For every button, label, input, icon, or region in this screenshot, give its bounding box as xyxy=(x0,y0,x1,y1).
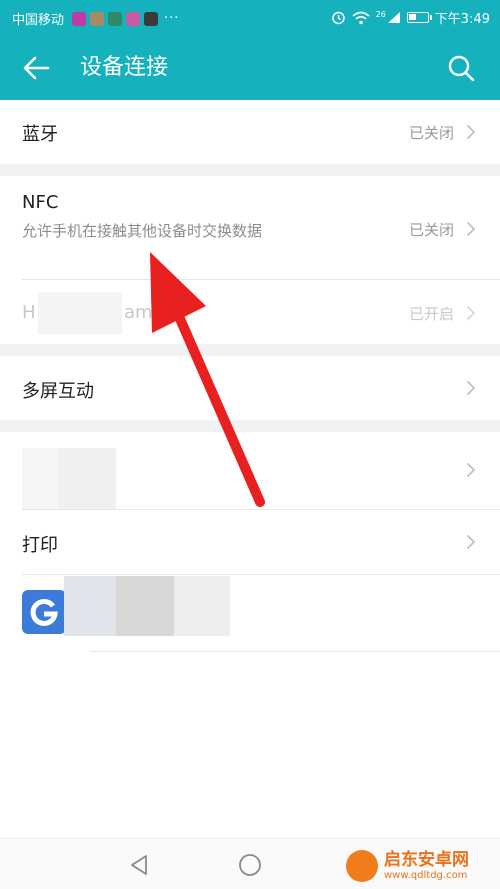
bluetooth-row[interactable]: 蓝牙 已关闭 xyxy=(0,100,500,164)
google-logo-icon xyxy=(22,590,66,634)
settings-screen: 中国移动 ··· 26 下午3:49 设备连接 蓝牙 已关闭 NFC 允许手机在… xyxy=(0,0,500,889)
nfc-status: 已关闭 xyxy=(408,221,454,239)
redacted-block xyxy=(64,576,116,636)
chevron-right-icon xyxy=(466,124,476,140)
notification-app-icon xyxy=(108,11,123,26)
nfc-description: 允许手机在接触其他设备时交换数据 xyxy=(22,222,263,240)
signal-icon: 26 xyxy=(375,10,401,24)
device-label-suffix: am xyxy=(124,302,153,323)
overflow-dots: ··· xyxy=(164,11,180,26)
status-right: 26 下午3:49 xyxy=(325,8,490,27)
battery-icon xyxy=(406,12,432,23)
chevron-right-icon xyxy=(466,462,476,478)
multiscreen-row[interactable]: 多屏互动 xyxy=(0,356,500,420)
carrier-name: 中国移动 xyxy=(12,13,65,28)
notification-app-icon xyxy=(90,11,105,26)
arrow-left-icon xyxy=(23,56,50,80)
chevron-right-icon xyxy=(466,380,476,396)
nav-home-button[interactable] xyxy=(235,851,265,879)
device-visibility-row[interactable]: H am 已开启 xyxy=(0,280,500,344)
wifi-icon xyxy=(352,11,370,25)
back-button[interactable] xyxy=(18,52,54,84)
device-label-prefix: H xyxy=(22,302,36,323)
multiscreen-label: 多屏互动 xyxy=(22,381,94,402)
notification-app-icon xyxy=(126,11,141,26)
status-bar: 中国移动 ··· 26 下午3:49 xyxy=(0,0,500,36)
print-row[interactable]: 打印 xyxy=(0,510,500,574)
chevron-right-icon xyxy=(466,534,476,550)
status-left: 中国移动 ··· xyxy=(12,9,179,28)
nfc-label: NFC xyxy=(22,192,59,213)
watermark: 启东安卓网 www.qdltdg.com xyxy=(346,846,496,886)
status-time: 下午3:49 xyxy=(434,12,490,27)
alarm-icon xyxy=(331,10,346,25)
bluetooth-status: 已关闭 xyxy=(408,124,454,142)
device-visibility-status: 已开启 xyxy=(408,305,454,323)
section-gap xyxy=(0,164,500,176)
notification-app-icon xyxy=(72,11,87,26)
nfc-row[interactable]: NFC 允许手机在接触其他设备时交换数据 已关闭 xyxy=(0,176,500,279)
circle-home-icon xyxy=(239,854,261,876)
watermark-name: 启东安卓网 xyxy=(384,850,469,870)
page-title: 设备连接 xyxy=(80,55,169,80)
redacted-block xyxy=(38,292,122,334)
print-label: 打印 xyxy=(22,535,58,556)
triangle-back-icon xyxy=(131,855,147,875)
search-button[interactable] xyxy=(444,52,478,84)
notification-app-icon xyxy=(144,11,159,26)
watermark-url: www.qdltdg.com xyxy=(384,870,468,881)
section-gap xyxy=(0,344,500,356)
redacted-block xyxy=(116,576,174,636)
redacted-block xyxy=(58,448,116,510)
chevron-right-icon xyxy=(466,305,476,321)
search-icon xyxy=(448,55,475,82)
row-divider xyxy=(90,651,500,652)
network-type-label: 26 xyxy=(375,10,386,19)
nav-back-button[interactable] xyxy=(124,851,154,879)
bluetooth-label: 蓝牙 xyxy=(22,124,58,145)
app-bar: 设备连接 xyxy=(0,36,500,100)
watermark-text: 启东安卓网 www.qdltdg.com xyxy=(384,850,469,882)
redacted-block xyxy=(22,448,58,510)
section-gap xyxy=(0,420,500,432)
redacted-block xyxy=(174,576,230,636)
watermark-logo-icon xyxy=(346,850,378,882)
redacted-row[interactable] xyxy=(0,432,500,510)
chevron-right-icon xyxy=(466,221,476,237)
